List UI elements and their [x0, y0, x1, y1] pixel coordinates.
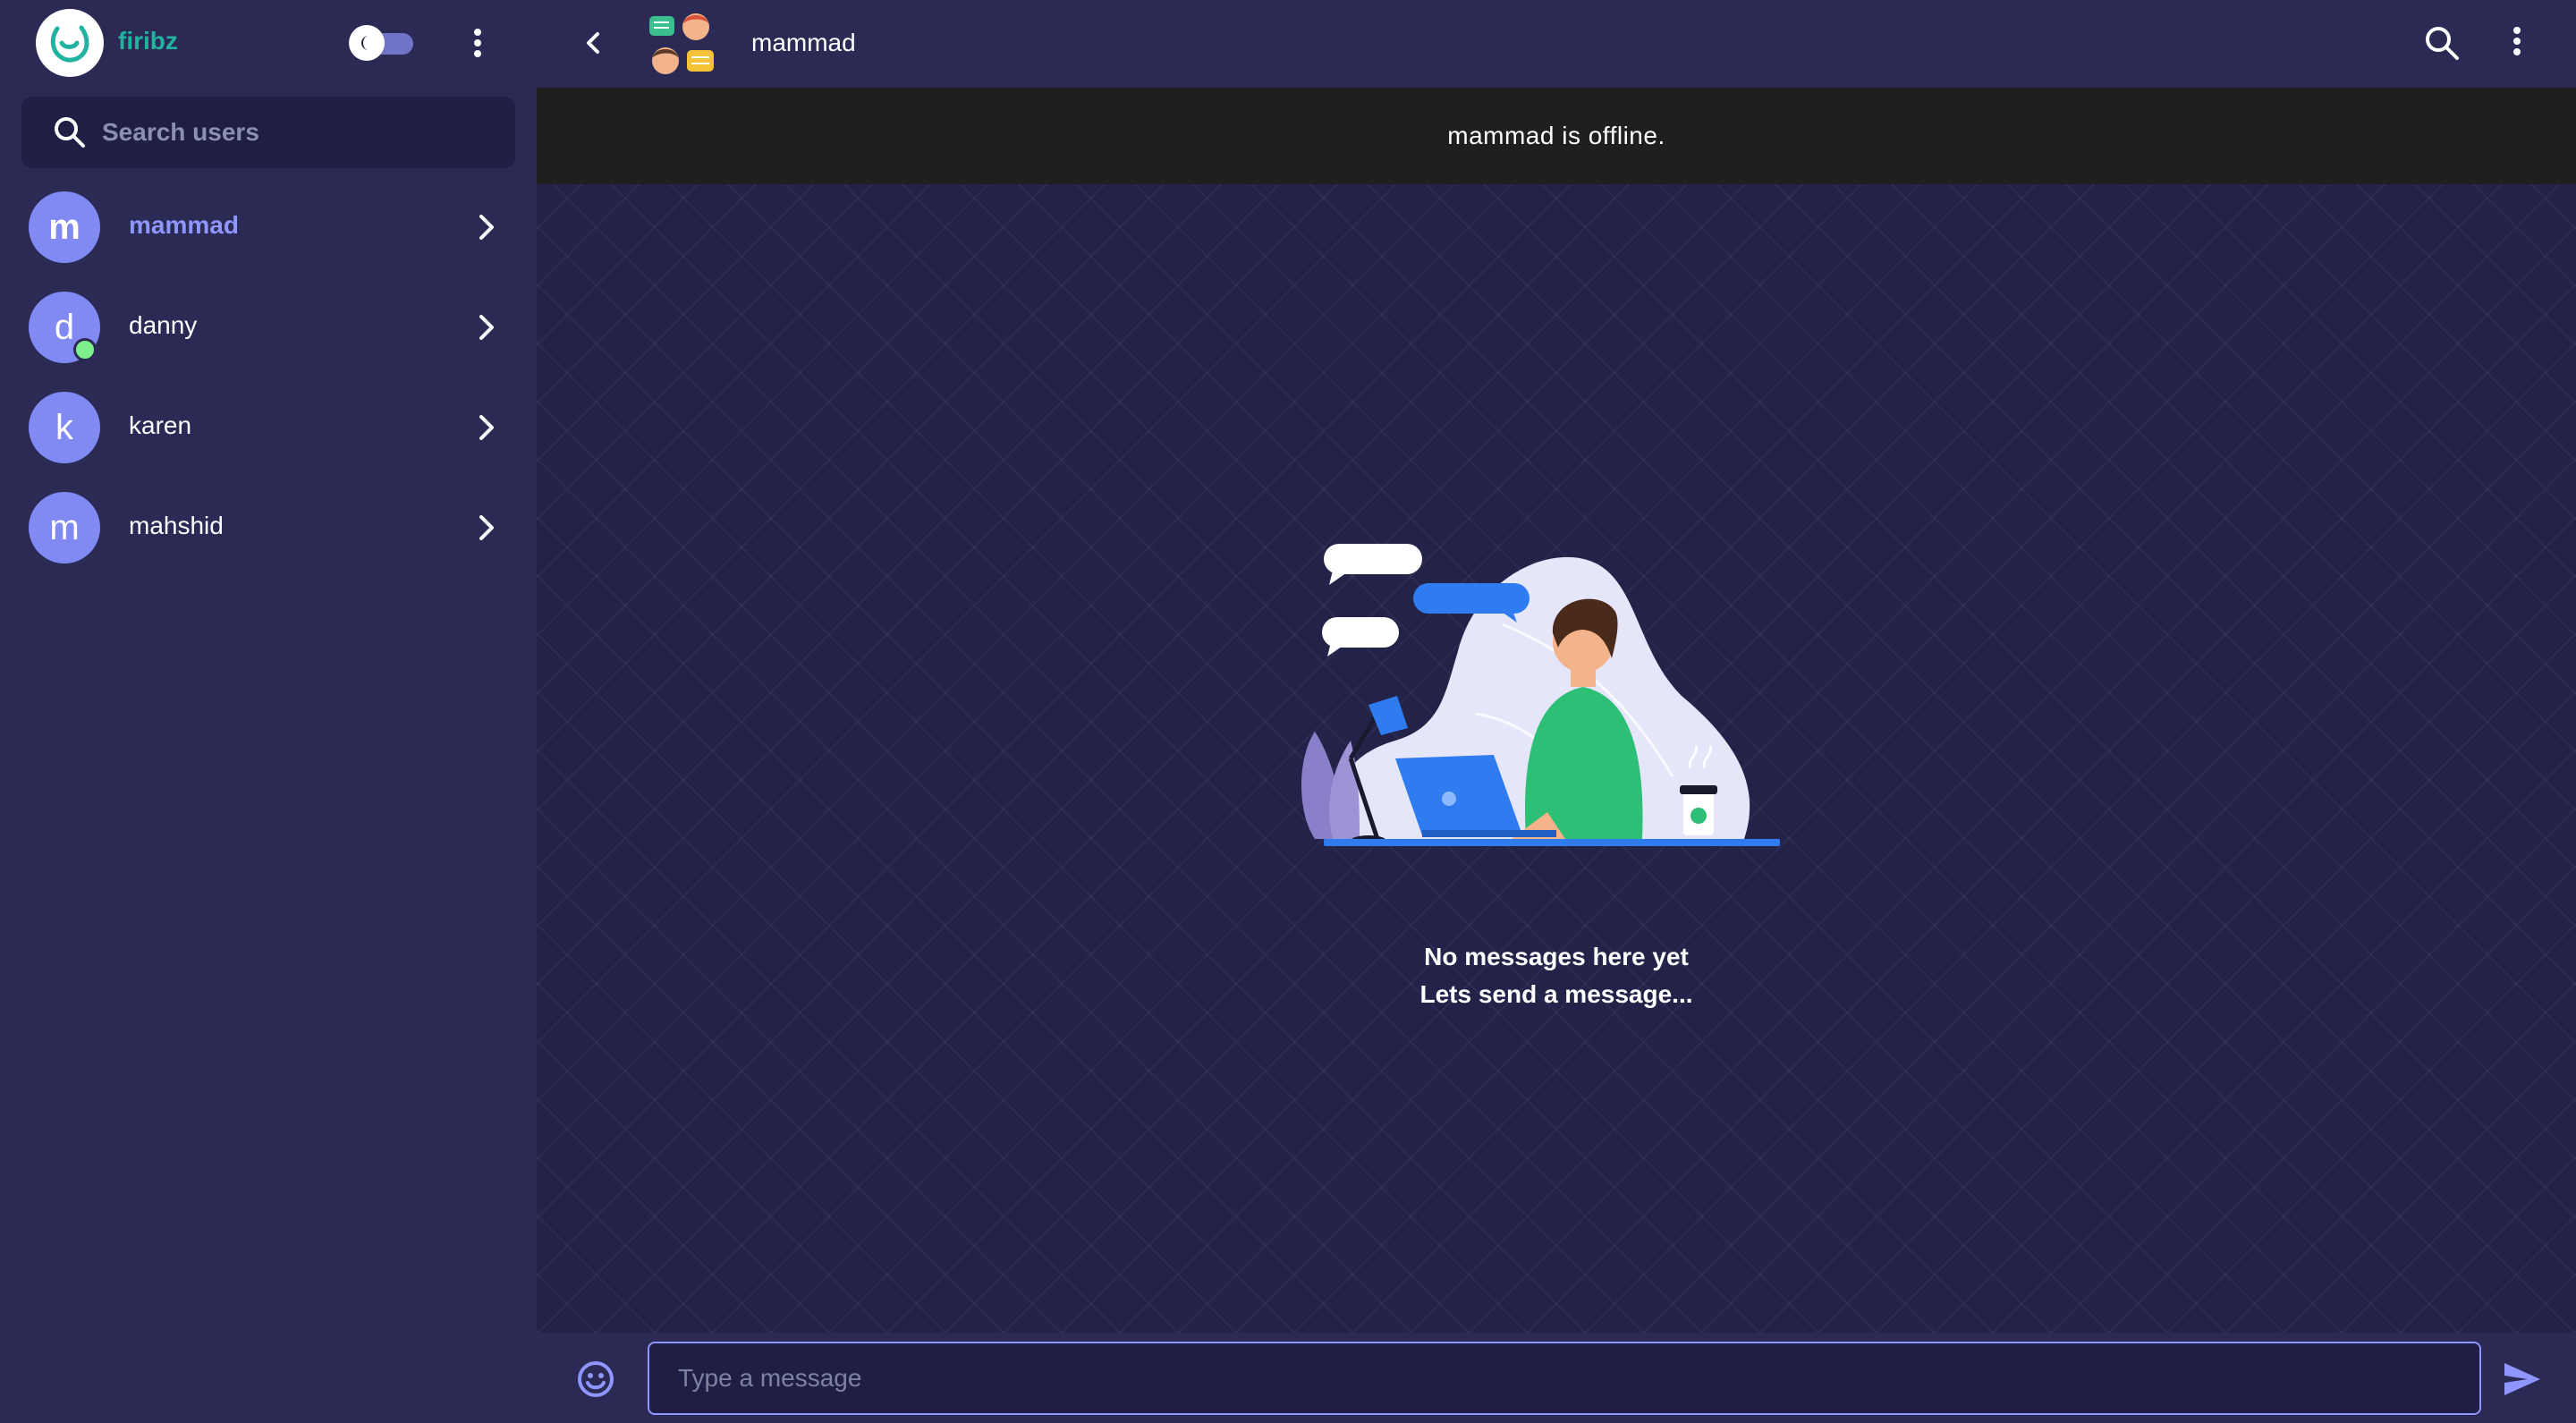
search-box [21, 97, 515, 168]
search-icon [52, 114, 88, 150]
message-area: No messages here yet Lets send a message… [537, 184, 2576, 1333]
sidebar: firibz m ma [0, 0, 537, 1423]
empty-chat-illustration [1301, 544, 1780, 846]
chevron-right-icon [472, 209, 501, 245]
chat-panel: mammad mammad is offline. No messages he… [537, 0, 2576, 1423]
chevron-right-icon [472, 309, 501, 345]
firibz-logo-icon [36, 9, 104, 77]
user-item-karen[interactable]: k karen [0, 377, 537, 478]
moon-icon [349, 25, 385, 61]
user-item-mammad[interactable]: m mammad [0, 177, 537, 277]
empty-state-subtitle: Lets send a message... [1419, 980, 1693, 1008]
chevron-right-icon [472, 410, 501, 445]
user-item-danny[interactable]: d danny [0, 277, 537, 377]
sidebar-header: firibz [0, 0, 537, 88]
emoji-icon[interactable] [574, 1358, 617, 1401]
message-box [648, 1342, 2481, 1415]
user-name: danny [129, 311, 198, 339]
avatar: m [29, 191, 100, 263]
empty-state-title: No messages here yet [1424, 943, 1689, 970]
dark-mode-toggle[interactable] [349, 25, 413, 61]
user-name: karen [129, 411, 192, 439]
chevron-left-icon[interactable] [576, 25, 612, 61]
send-icon[interactable] [2501, 1359, 2544, 1399]
user-name: mammad [129, 211, 239, 239]
search-icon[interactable] [2422, 23, 2462, 63]
chat-header: mammad [537, 0, 2576, 88]
user-item-mahshid[interactable]: m mahshid [0, 478, 537, 578]
more-vert-icon[interactable] [2501, 25, 2533, 61]
avatar: m [29, 492, 100, 563]
composer [537, 1333, 2576, 1423]
message-input[interactable] [649, 1343, 2479, 1413]
chat-group-avatar [644, 7, 719, 82]
search-input[interactable] [102, 97, 496, 168]
chevron-right-icon [472, 510, 501, 546]
status-banner: mammad is offline. [537, 88, 2576, 184]
user-list: m mammad d danny k karen m mahshid [0, 177, 537, 578]
chat-title: mammad [751, 29, 856, 56]
avatar: k [29, 392, 100, 463]
brand-name: firibz [118, 27, 178, 55]
online-status-dot [73, 338, 97, 361]
user-name: mahshid [129, 512, 224, 539]
more-vert-icon[interactable] [462, 25, 494, 61]
